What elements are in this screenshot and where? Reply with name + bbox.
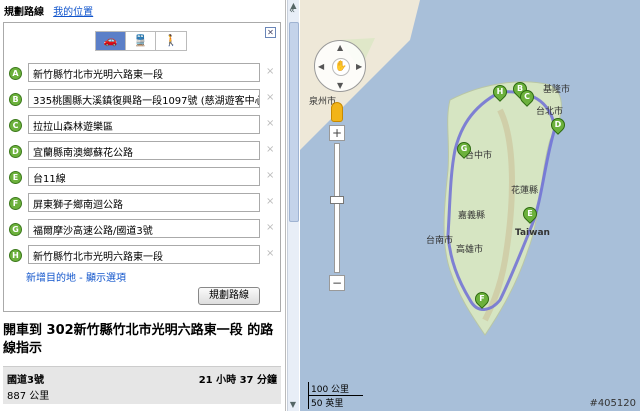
map-label: 高雄市	[456, 245, 484, 255]
collapse-panel-icon[interactable]: «	[289, 5, 295, 16]
remove-icon[interactable]: ×	[266, 66, 274, 77]
map-label: Taiwan	[515, 228, 550, 238]
zoom-slider-knob[interactable]	[330, 196, 344, 204]
waypoint-input-c[interactable]: 拉拉山森林遊樂區	[28, 115, 260, 134]
zoom-out-button[interactable]: −	[329, 275, 345, 291]
remove-icon[interactable]: ×	[266, 92, 274, 103]
directions-heading: 開車到 302新竹縣竹北市光明六路東一段 的路線指示	[3, 323, 274, 356]
tab-directions[interactable]: 規劃路線	[4, 7, 44, 18]
waypoint-input-a[interactable]: 新竹縣竹北市光明六路東一段	[28, 63, 260, 82]
remove-icon[interactable]: ×	[266, 118, 274, 129]
route-road: 國道3號	[7, 375, 44, 386]
scroll-down-icon[interactable]: ▼	[288, 399, 298, 411]
watermark: #405120	[589, 398, 636, 409]
remove-icon[interactable]: ×	[266, 248, 274, 259]
pan-left-icon[interactable]: ◀	[318, 62, 324, 71]
marker-f-icon: F	[9, 197, 22, 210]
marker-g-icon: G	[9, 223, 22, 236]
panel-scrollbar[interactable]: ▲ ▼	[287, 0, 299, 411]
waypoint-input-h[interactable]: 新竹縣竹北市光明六路東一段	[28, 245, 260, 264]
pan-control[interactable]: ▲ ▼ ◀ ▶ ✋	[314, 40, 366, 92]
walk-icon[interactable]: 🚶	[156, 32, 186, 50]
zoom-slider[interactable]	[330, 143, 344, 273]
add-destination-link[interactable]: 新增目的地 - 顯示選項	[26, 269, 126, 284]
waypoint-input-d[interactable]: 宜蘭縣南澳鄉蘇花公路	[28, 141, 260, 160]
route-time: 21 小時 37 分鐘	[198, 375, 277, 386]
marker-c-icon: C	[9, 119, 22, 132]
marker-e-icon: E	[9, 171, 22, 184]
scale-mi: 50 英里	[308, 396, 348, 409]
marker-a-icon: A	[9, 67, 22, 80]
travel-mode-selector: 🚗 🚆 🚶	[95, 31, 187, 51]
waypoint-input-b[interactable]: 335桃園縣大溪鎮復興路一段1097號 (慈湖遊客中心)	[28, 89, 260, 108]
waypoint-input-f[interactable]: 屏東獅子鄉南迴公路	[28, 193, 260, 212]
map-canvas[interactable]: 泉州市 台中市 花蓮縣 嘉義縣 台南市 高雄市 Taiwan 基隆市 台北市 H…	[300, 0, 640, 411]
pan-right-icon[interactable]: ▶	[356, 62, 362, 71]
marker-d-icon: D	[9, 145, 22, 158]
directions-form: 🚗 🚆 🚶 ✕ A 新竹縣竹北市光明六路東一段 × B 335桃園縣大溪鎮復興路…	[3, 22, 281, 312]
remove-icon[interactable]: ×	[266, 170, 274, 181]
route-distance: 887 公里	[7, 391, 50, 402]
scroll-thumb[interactable]	[289, 22, 299, 222]
transit-icon[interactable]: 🚆	[126, 32, 156, 50]
pegman-icon[interactable]	[331, 102, 343, 122]
map-label: 基隆市	[543, 85, 571, 95]
remove-icon[interactable]: ×	[266, 196, 274, 207]
map-label: 台北市	[536, 107, 564, 117]
map-label: 嘉義縣	[458, 211, 486, 221]
pan-down-icon[interactable]: ▼	[337, 81, 343, 90]
car-icon[interactable]: 🚗	[96, 32, 126, 50]
map-label: 花蓮縣	[511, 186, 539, 196]
scale-km: 100 公里	[308, 382, 363, 396]
pan-up-icon[interactable]: ▲	[337, 43, 343, 52]
zoom-control: + −	[329, 125, 345, 295]
route-summary: 國道3號 887 公里 21 小時 37 分鐘	[3, 366, 281, 404]
waypoint-input-e[interactable]: 台11線	[28, 167, 260, 186]
get-directions-button[interactable]: 規劃路線	[198, 287, 260, 305]
waypoint-input-g[interactable]: 福爾摩沙高速公路/國道3號	[28, 219, 260, 238]
zoom-in-button[interactable]: +	[329, 125, 345, 141]
marker-h-icon: H	[9, 249, 22, 262]
close-icon[interactable]: ✕	[265, 27, 276, 38]
remove-icon[interactable]: ×	[266, 222, 274, 233]
scale-bar: 100 公里 50 英里	[308, 382, 363, 409]
map-label: 台南市	[426, 236, 454, 246]
hand-icon[interactable]: ✋	[332, 58, 350, 76]
left-panel: 規劃路線 我的位置 🚗 🚆 🚶 ✕ A 新竹縣竹北市光明六路東一段 × B 33…	[0, 0, 286, 411]
panel-tabs: 規劃路線 我的位置	[0, 0, 285, 20]
marker-b-icon: B	[9, 93, 22, 106]
remove-icon[interactable]: ×	[266, 144, 274, 155]
tab-my-places[interactable]: 我的位置	[53, 7, 93, 18]
